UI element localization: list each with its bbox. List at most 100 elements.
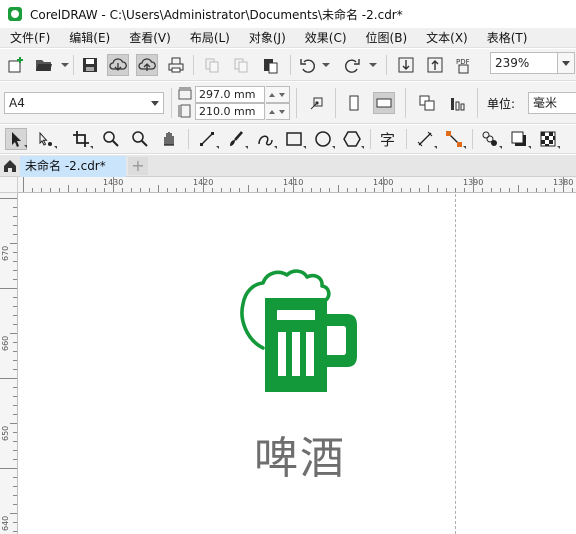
cloud-import-icon[interactable] [107,54,129,76]
zoom-dropdown-button[interactable] [558,52,575,74]
ruler-tick [13,405,17,406]
ruler-tick [13,441,17,442]
ruler-origin[interactable] [0,177,18,193]
menu-layout[interactable]: 布局(L) [180,28,239,48]
ruler-tick [113,177,114,192]
ruler-tick [86,188,87,192]
menu-view[interactable]: 查看(V) [119,28,180,48]
pan-tool-icon[interactable] [158,128,180,150]
ruler-tick [13,261,17,262]
menu-effects[interactable]: 效果(C) [295,28,356,48]
paste-icon[interactable] [259,54,281,76]
artistic-media-tool-icon[interactable] [225,128,248,150]
title-bar: CorelDRAW - C:\Users\Administrator\Docum… [0,0,576,28]
page-orientation-transform-icon[interactable] [306,92,328,114]
all-pages-icon[interactable] [416,92,438,114]
menu-file[interactable]: 文件(F) [0,28,59,48]
pick-tool-icon[interactable] [5,128,27,150]
ruler-tick [10,243,17,244]
bezier-tool-icon[interactable] [254,128,277,150]
redo-icon[interactable] [341,54,363,76]
page-width-spinner[interactable] [266,86,290,103]
ruler-tick [212,188,213,192]
text-tool-icon[interactable]: 字 [377,128,399,150]
ruler-tick [419,188,420,192]
property-bar: A4 297.0 mm 210.0 mm 单位: 毫米 [0,82,576,124]
cut-icon[interactable] [201,54,223,76]
portrait-icon[interactable] [343,92,365,114]
ruler-tick [13,234,17,235]
page-height-icon [178,104,191,118]
window-title: CorelDRAW - C:\Users\Administrator\Docum… [30,7,403,22]
ruler-tick [176,188,177,192]
ruler-tick [13,297,17,298]
ruler-tick [383,177,384,192]
ruler-tick [149,188,150,192]
cloud-export-icon[interactable] [136,54,158,76]
publish-pdf-icon[interactable]: PDF [453,54,475,76]
ruler-tick [374,188,375,192]
new-tab-button[interactable]: + [128,157,148,175]
copy-icon[interactable] [230,54,252,76]
menu-text[interactable]: 文本(X) [416,28,477,48]
import-icon[interactable] [395,54,417,76]
polygon-tool-icon[interactable] [341,128,364,150]
blend-tool-icon[interactable] [479,128,502,150]
ruler-tick [572,188,573,192]
ruler-tick [95,188,96,192]
toolbar-separator [472,129,473,149]
ruler-tick [13,477,17,478]
landscape-icon[interactable] [373,92,395,114]
horizontal-ruler[interactable]: 1430 1420 1410 1400 1390 1380 [18,177,576,193]
vertical-ruler[interactable]: 670 660 650 640 [0,193,18,534]
menu-edit[interactable]: 编辑(E) [59,28,119,48]
redo-dropdown-arrow[interactable] [369,63,377,67]
ruler-tick [13,387,17,388]
guideline[interactable] [455,194,456,534]
units-select[interactable]: 毫米 [528,92,576,114]
drop-shadow-tool-icon[interactable] [508,128,531,150]
page-width-field[interactable]: 297.0 mm [195,86,265,103]
freehand-tool-icon[interactable] [196,128,219,150]
undo-icon[interactable] [297,54,319,76]
ellipse-tool-icon[interactable] [312,128,335,150]
ruler-tick [68,185,69,192]
ruler-label: 640 [1,515,10,531]
toolbar-separator [171,88,172,118]
shape-tool-icon[interactable] [34,128,57,150]
coreldraw-logo-icon [8,7,22,21]
logo-text[interactable]: 啤酒 [240,422,360,486]
export-icon[interactable] [424,54,446,76]
ruler-tick [0,198,17,199]
transparency-tool-icon[interactable] [537,128,560,150]
toolbar-separator [335,88,336,118]
save-icon[interactable] [79,54,101,76]
toolbar-separator [296,88,297,118]
rectangle-tool-icon[interactable] [283,128,306,150]
page-height-field[interactable]: 210.0 mm [195,103,265,120]
ruler-tick [13,207,17,208]
ruler-tick [13,225,17,226]
crop-tool-icon[interactable] [70,128,93,150]
document-tab[interactable]: 未命名 -2.cdr* [20,156,126,177]
undo-dropdown-arrow[interactable] [322,63,330,67]
open-icon[interactable] [33,54,55,76]
zoom-out-tool-icon[interactable] [129,128,151,150]
ruler-tick [446,188,447,192]
zoom-level-field[interactable]: 239% [490,52,558,74]
parallel-dimension-tool-icon[interactable] [414,128,437,150]
beer-mug-icon[interactable] [239,268,361,396]
welcome-home-icon[interactable] [0,155,20,177]
menu-bitmaps[interactable]: 位图(B) [356,28,417,48]
print-icon[interactable] [165,54,187,76]
page-height-spinner[interactable] [266,103,290,120]
menu-object[interactable]: 对象(J) [239,28,295,48]
current-page-icon[interactable] [447,92,469,114]
ruler-tick [10,513,17,514]
page-size-select[interactable]: A4 [4,92,164,114]
zoom-tool-icon[interactable] [100,128,122,150]
new-document-icon[interactable] [5,54,27,76]
open-dropdown-arrow[interactable] [61,63,69,67]
menu-table[interactable]: 表格(T) [477,28,537,48]
connector-tool-icon[interactable] [443,128,466,150]
